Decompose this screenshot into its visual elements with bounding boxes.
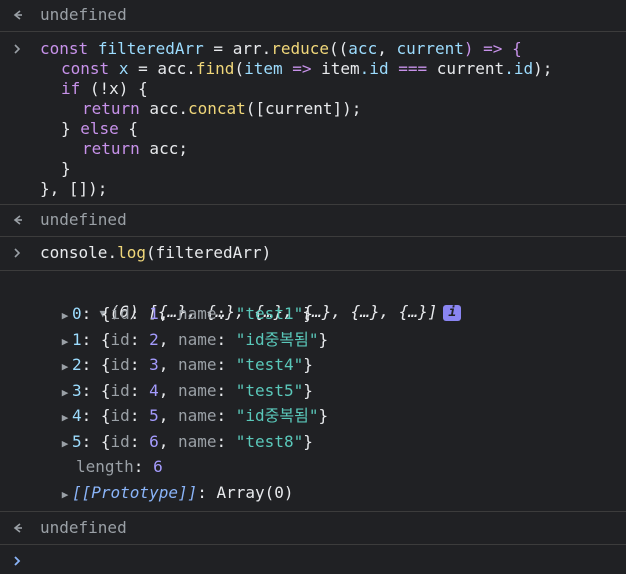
expand-triangle-right-icon[interactable]: ▶	[58, 380, 72, 406]
expand-triangle-right-icon[interactable]: ▶	[58, 303, 72, 329]
result-value: undefined	[40, 518, 127, 537]
expand-triangle-right-icon[interactable]: ▶	[58, 482, 72, 508]
code-line-6: return acc;	[82, 139, 188, 158]
console-input-field[interactable]	[40, 551, 626, 571]
array-item-row[interactable]: ▶ 4: {id: 5, name: "id중복됨"}	[58, 403, 626, 429]
console-log-output: ▼ (6) [{…}, {…}, {…}, {…}, {…}, {…}] i ▶ 0:…	[0, 270, 626, 511]
array-item-row[interactable]: ▶ 5: {id: 6, name: "test8"}	[58, 429, 626, 455]
info-icon[interactable]: i	[443, 304, 462, 321]
array-item-row[interactable]: ▶ 2: {id: 3, name: "test4"}	[58, 352, 626, 378]
code-line-4: return acc.concat([current]);	[82, 99, 362, 118]
array-prototype[interactable]: ▶ [[Prototype]]: Array(0)	[38, 480, 626, 506]
code-line-2: const x = acc.find(item => item.id === c…	[61, 59, 553, 78]
result-arrow-icon	[0, 518, 34, 538]
array-length: length: 6	[76, 457, 163, 476]
console-prompt[interactable]	[0, 544, 626, 574]
prompt-chevron-icon	[0, 551, 34, 571]
expand-triangle-right-icon[interactable]: ▶	[58, 431, 72, 457]
code-line-8: }, []);	[40, 179, 108, 198]
input-chevron-icon	[0, 39, 34, 59]
array-item-row[interactable]: ▶ 1: {id: 2, name: "id중복됨"}	[58, 327, 626, 353]
array-summary[interactable]: ▼ (6) [{…}, {…}, {…}, {…}, {…}, {…}] i	[38, 279, 626, 321]
console-output-entry: undefined	[0, 511, 626, 544]
input-chevron-icon	[0, 243, 34, 263]
result-value: undefined	[40, 5, 127, 24]
code-line-5: } else {	[61, 119, 139, 138]
expand-triangle-right-icon[interactable]: ▶	[58, 405, 72, 431]
array-item-row[interactable]: ▶ 3: {id: 4, name: "test5"}	[58, 378, 626, 404]
result-arrow-icon	[0, 5, 34, 25]
console-output-entry: undefined	[0, 204, 626, 236]
result-value: undefined	[40, 210, 127, 229]
code-line-7: }	[61, 159, 71, 178]
console-output-entry: undefined	[0, 0, 626, 31]
expand-triangle-right-icon[interactable]: ▶	[58, 354, 72, 380]
console-input-entry[interactable]: const filteredArr = arr.reduce((acc, cur…	[0, 31, 626, 204]
console-input-entry[interactable]: console.log(filteredArr)	[0, 236, 626, 270]
expand-triangle-right-icon[interactable]: ▶	[58, 329, 72, 355]
code-line-1: const filteredArr = arr.reduce((acc, cur…	[40, 39, 522, 58]
devtools-console: undefined const filteredArr = arr.reduce…	[0, 0, 626, 566]
log-command: console.log(filteredArr)	[40, 243, 272, 262]
result-arrow-icon	[0, 210, 34, 230]
code-line-3: if (!x) {	[61, 79, 148, 98]
